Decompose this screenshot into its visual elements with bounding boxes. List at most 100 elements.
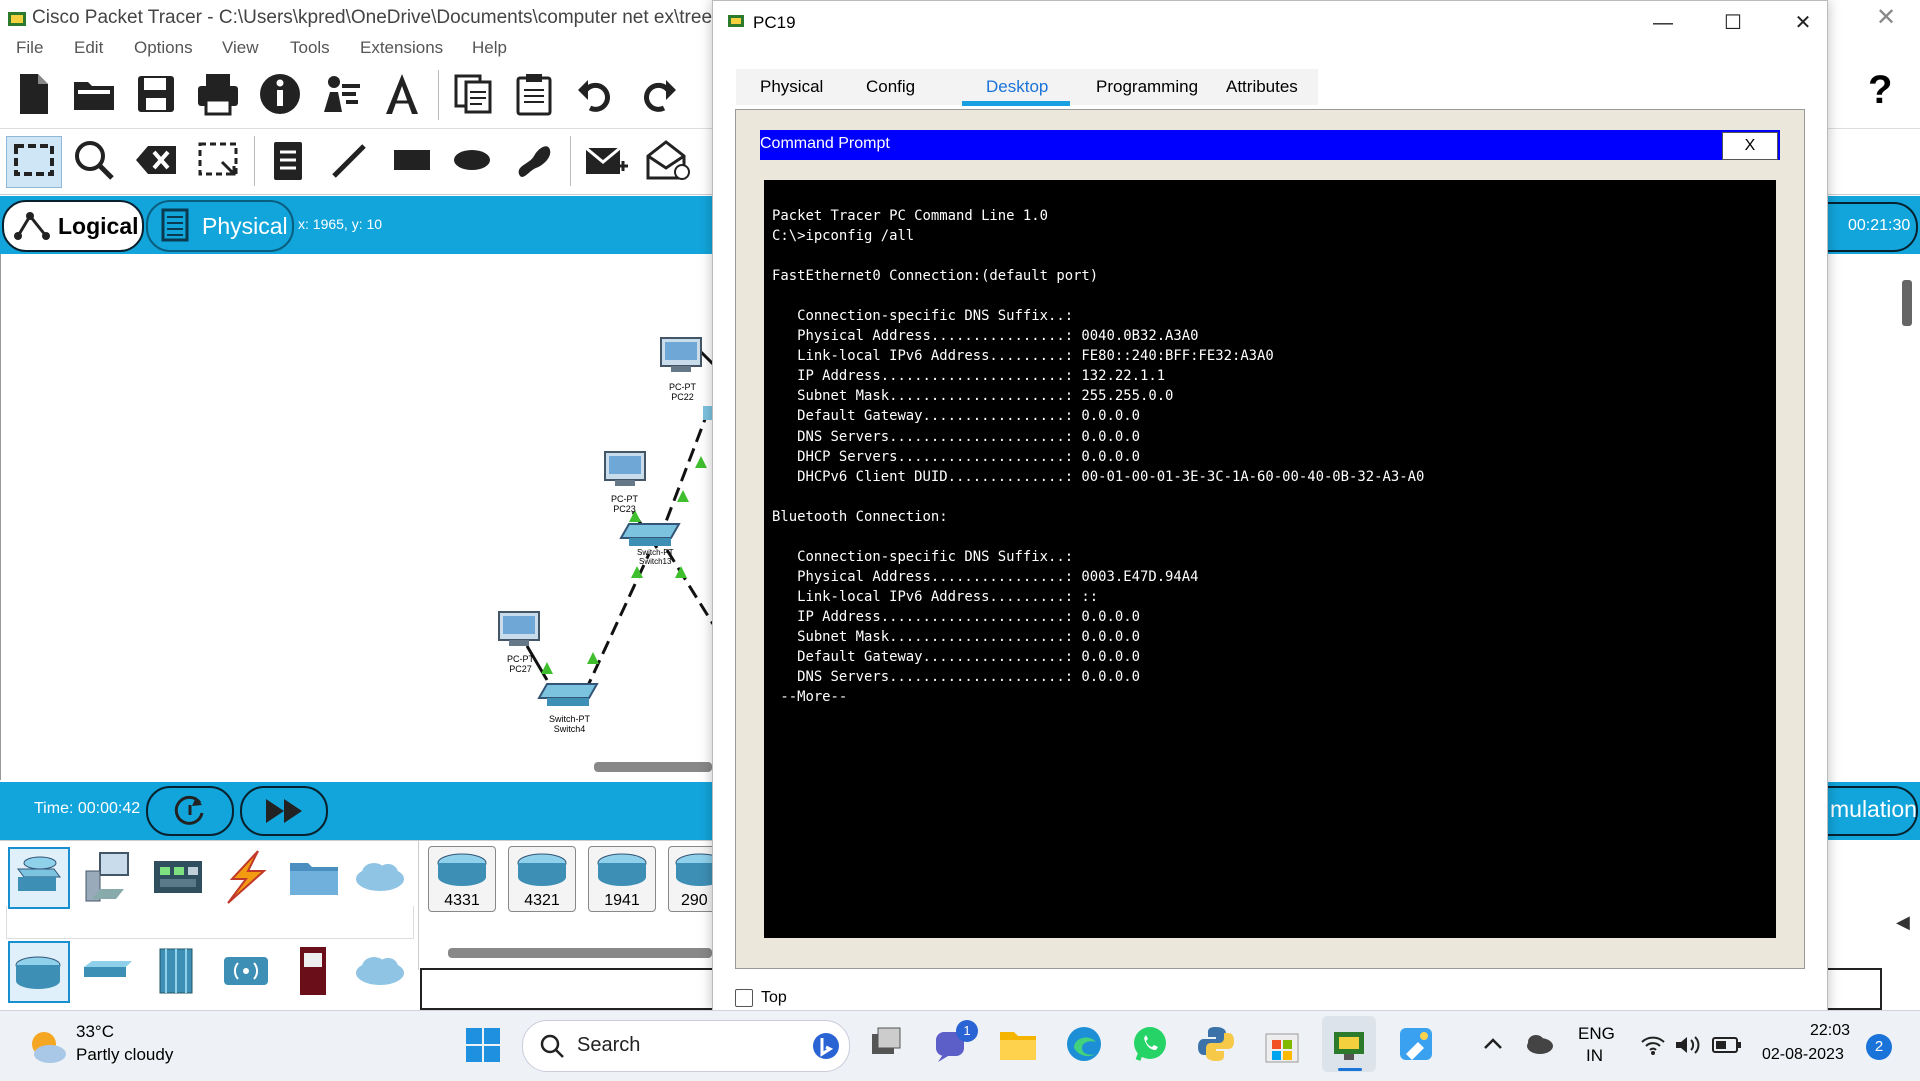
zoom-icon[interactable] [72,138,116,182]
rectangle-icon[interactable] [390,138,434,182]
copy-icon[interactable] [452,72,496,116]
python-icon[interactable] [1196,1024,1236,1064]
network-information-icon[interactable] [380,72,424,116]
microsoft-store-icon[interactable] [1262,1024,1302,1064]
multiuser-cloud-icon[interactable] [352,849,408,905]
menu-help[interactable]: Help [472,38,507,58]
hubs-icon[interactable] [150,943,206,999]
resize-shape-icon[interactable] [196,138,240,182]
pc-pt-icon[interactable] [604,451,646,486]
menu-view[interactable]: View [222,38,259,58]
device-model-4331[interactable]: 4331 [428,846,496,912]
activity-wizard-icon[interactable] [320,72,364,116]
note-icon[interactable] [266,138,310,182]
wifi-icon[interactable] [1640,1034,1666,1056]
onedrive-cloud-icon[interactable] [1524,1032,1554,1056]
menu-tools[interactable]: Tools [290,38,330,58]
connections-icon[interactable] [218,849,274,905]
routers-icon[interactable] [10,943,66,999]
close-icon[interactable]: ✕ [1866,2,1906,34]
top-checkbox[interactable] [735,989,753,1007]
volume-icon[interactable] [1674,1034,1702,1056]
delete-icon[interactable] [134,138,178,182]
maximize-icon[interactable]: ☐ [1709,9,1757,37]
paint-app-icon[interactable] [1396,1024,1436,1064]
select-icon[interactable] [12,138,56,182]
logical-workspace[interactable]: PC-PT PC22 PC-PT PC23 Switch-PT Switch13… [0,254,713,780]
switch-pt-icon[interactable] [537,683,599,706]
whatsapp-icon[interactable] [1130,1024,1170,1064]
device-model-4321[interactable]: 4321 [508,846,576,912]
language-indicator[interactable]: ENG [1578,1024,1615,1044]
switches-icon[interactable] [80,943,136,999]
tab-physical[interactable]: Physical [760,77,823,97]
device-models-scrollbar[interactable] [448,948,712,958]
redo-icon[interactable] [636,72,680,116]
end-devices-icon[interactable] [80,849,136,905]
taskbar-search-box[interactable]: Search [522,1020,850,1072]
network-devices-icon[interactable] [10,849,66,905]
power-cycle-devices-button[interactable] [146,786,234,836]
pc-pt-icon[interactable] [660,337,702,372]
components-icon[interactable] [150,849,206,905]
close-icon[interactable]: ✕ [1779,9,1827,37]
add-simple-pdu-icon[interactable] [584,138,628,182]
switch-pt-icon[interactable] [619,523,681,546]
device-model-1941[interactable]: 1941 [588,846,656,912]
info-icon[interactable] [258,72,302,116]
tab-config[interactable]: Config [866,77,915,97]
open-folder-icon[interactable] [72,72,116,116]
battery-icon[interactable] [1712,1036,1742,1054]
tab-desktop[interactable]: Desktop [986,77,1048,97]
notification-badge[interactable]: 2 [1866,1034,1892,1060]
menu-options[interactable]: Options [134,38,193,58]
logical-view-button[interactable]: Logical [2,200,144,252]
simulation-mode-button[interactable] [1826,786,1918,836]
windows-start-icon[interactable] [464,1026,502,1064]
menu-edit[interactable]: Edit [74,38,103,58]
freeform-icon[interactable] [512,138,556,182]
undo-icon[interactable] [574,72,618,116]
taskbar-clock-date[interactable]: 02-08-2023 [1762,1046,1844,1064]
tab-programming[interactable]: Programming [1096,77,1198,97]
tab-attributes[interactable]: Attributes [1226,77,1298,97]
weather-temperature[interactable]: 33°C [76,1022,114,1042]
cable-link[interactable] [665,549,713,625]
print-icon[interactable] [196,72,240,116]
file-explorer-icon[interactable] [998,1024,1038,1064]
ellipse-icon[interactable] [450,138,494,182]
task-view-icon[interactable] [866,1024,906,1064]
device-model-2901[interactable]: 290 [668,846,713,912]
command-prompt-close-button[interactable]: X [1722,132,1778,160]
wan-emulation-cloud-icon[interactable] [352,943,408,999]
packet-tracer-taskbar-icon[interactable] [1330,1024,1370,1064]
menu-file[interactable]: File [16,38,43,58]
security-devices-icon[interactable] [286,943,342,999]
physical-view-button[interactable]: Physical [146,200,294,252]
expand-panel-icon[interactable]: ◀ [1896,912,1910,933]
paste-icon[interactable] [512,72,556,116]
save-icon[interactable] [134,72,178,116]
miscellaneous-folder-icon[interactable] [286,849,342,905]
command-prompt-terminal[interactable]: Packet Tracer PC Command Line 1.0 C:\>ip… [764,180,1776,938]
help-icon[interactable]: ? [1868,68,1892,113]
weather-description[interactable]: Partly cloudy [76,1045,173,1065]
cable-link[interactable] [657,413,709,541]
add-complex-pdu-icon[interactable] [646,138,690,182]
menu-extensions[interactable]: Extensions [360,38,443,58]
draw-line-icon[interactable] [328,138,372,182]
bing-icon [813,1033,839,1059]
weather-partly-cloudy-icon[interactable] [26,1026,68,1066]
device-type: PC-PT [669,382,696,392]
workspace-horizontal-scrollbar[interactable] [594,762,712,772]
edge-browser-icon[interactable] [1064,1024,1104,1064]
fast-forward-time-button[interactable] [240,786,328,836]
taskbar-clock-time[interactable]: 22:03 [1810,1022,1850,1040]
workspace-vertical-scrollbar[interactable] [1902,280,1912,326]
chevron-up-icon[interactable] [1482,1034,1504,1054]
new-file-icon[interactable] [12,72,56,116]
wireless-devices-icon[interactable] [218,943,274,999]
keyboard-layout-indicator[interactable]: IN [1586,1046,1603,1066]
pc-pt-icon[interactable] [498,611,540,646]
minimize-icon[interactable]: — [1639,9,1687,37]
